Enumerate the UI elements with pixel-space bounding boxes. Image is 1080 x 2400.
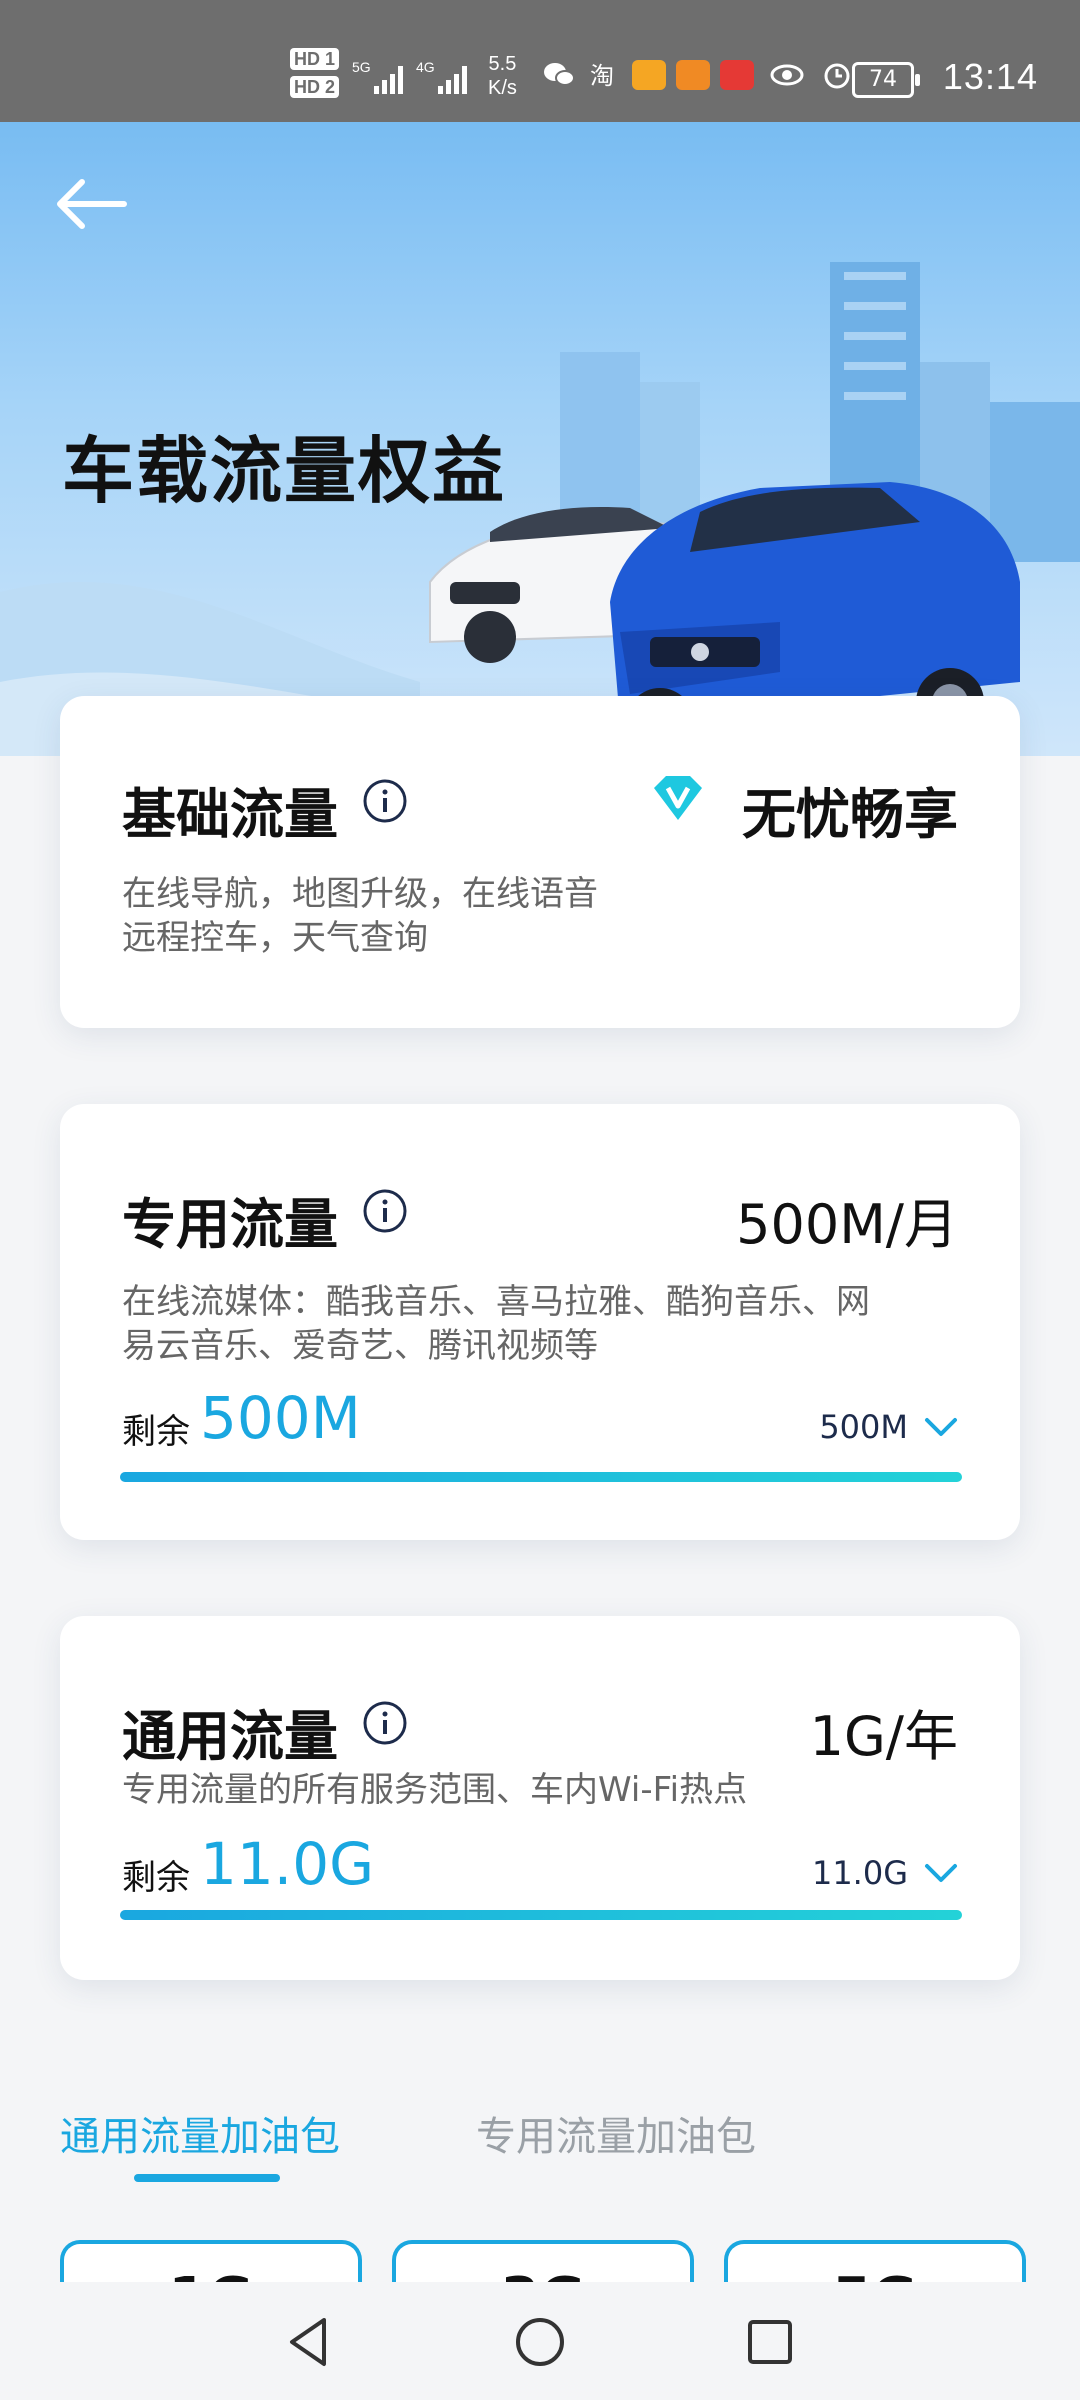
basic-card-desc: 在线导航，地图升级，在线语音 远程控车，天气查询 xyxy=(122,872,942,960)
general-progress-fill xyxy=(120,1910,962,1920)
basic-desc-line2: 远程控车，天气查询 xyxy=(122,918,428,958)
dedicated-progress-bar xyxy=(120,1472,962,1482)
news-app-icon xyxy=(720,60,754,90)
hd-indicator: HD 1 HD 2 xyxy=(290,48,340,104)
network1-label: 5G xyxy=(352,59,371,75)
remain-value: 11.0G xyxy=(200,1830,375,1898)
dedicated-progress-fill xyxy=(120,1472,962,1482)
nav-recents-icon[interactable] xyxy=(738,2310,802,2374)
tab-dedicated-topup[interactable]: 专用流量加油包 xyxy=(476,2104,756,2162)
status-bar: HD 1 HD 2 5G 4G 5.5 K/s 淘 74 13:14 xyxy=(0,0,1080,122)
nav-home-icon[interactable] xyxy=(508,2310,572,2374)
remain-label: 剩余 xyxy=(122,1412,190,1452)
dedicated-desc-line2: 易云音乐、爱奇艺、腾讯视频等 xyxy=(122,1326,598,1366)
back-arrow-icon[interactable] xyxy=(52,174,132,234)
general-dropdown[interactable]: 11.0G xyxy=(812,1854,958,1892)
hd2-label: HD 2 xyxy=(290,76,340,98)
dedicated-desc-line1: 在线流媒体：酷我音乐、喜马拉雅、酷狗音乐、网 xyxy=(122,1282,870,1322)
general-quota: 1G/年 xyxy=(809,1705,958,1768)
clock: 13:14 xyxy=(942,56,1038,97)
basic-desc-line1: 在线导航，地图升级，在线语音 xyxy=(122,874,598,914)
nav-back-icon[interactable] xyxy=(278,2310,342,2374)
svg-text:淘: 淘 xyxy=(590,62,614,90)
general-card-desc: 专用流量的所有服务范围、车内Wi-Fi热点 xyxy=(122,1770,748,1810)
unlimited-badge-text: 无忧畅享 xyxy=(742,783,958,846)
chevron-down-icon xyxy=(925,1418,957,1436)
chevron-down-icon xyxy=(925,1864,957,1882)
network2-label: 4G xyxy=(416,59,435,75)
system-nav-bar xyxy=(0,2282,1080,2400)
alarm-icon xyxy=(824,63,850,89)
signal-5g-icon: 5G xyxy=(352,59,403,94)
mail-icon xyxy=(632,60,666,90)
active-tab-indicator xyxy=(134,2174,280,2182)
network-speed: 5.5 K/s xyxy=(488,52,517,100)
general-progress-bar xyxy=(120,1910,962,1920)
battery-icon: 74 xyxy=(852,62,920,98)
tab-general-topup[interactable]: 通用流量加油包 xyxy=(60,2104,340,2162)
dedicated-card-desc: 在线流媒体：酷我音乐、喜马拉雅、酷狗音乐、网 易云音乐、爱奇艺、腾讯视频等 xyxy=(122,1280,942,1368)
basic-data-card: 基础流量 无忧畅享 在线导航，地图升级，在线语音 远程控车，天气查询 xyxy=(60,696,1020,1028)
dedicated-card-title: 专用流量 xyxy=(122,1193,338,1256)
dedicated-quota: 500M/月 xyxy=(736,1193,958,1256)
video-app-icon xyxy=(676,60,710,90)
remain-value: 500M xyxy=(200,1384,361,1452)
hd1-label: HD 1 xyxy=(290,48,340,70)
general-data-card: 通用流量 1G/年 专用流量的所有服务范围、车内Wi-Fi热点 剩余 11.0G… xyxy=(60,1616,1020,1980)
wechat-icon xyxy=(544,63,575,86)
vip-diamond-icon xyxy=(654,776,702,820)
general-card-title: 通用流量 xyxy=(122,1705,338,1768)
info-icon[interactable] xyxy=(362,778,408,824)
info-icon[interactable] xyxy=(362,1188,408,1234)
hero-banner: 车载流量权益 xyxy=(0,122,1080,756)
dropdown-value: 500M xyxy=(819,1408,908,1446)
remain-label: 剩余 xyxy=(122,1858,190,1898)
speed-unit: K/s xyxy=(488,77,517,99)
taobao-icon: 淘 xyxy=(590,62,614,90)
eye-icon xyxy=(770,64,804,86)
info-icon[interactable] xyxy=(362,1700,408,1746)
basic-card-title: 基础流量 xyxy=(122,783,338,846)
dedicated-dropdown[interactable]: 500M xyxy=(819,1408,958,1446)
speed-value: 5.5 xyxy=(488,53,517,75)
dropdown-value: 11.0G xyxy=(811,1854,908,1892)
dedicated-data-card: 专用流量 500M/月 在线流媒体：酷我音乐、喜马拉雅、酷狗音乐、网 易云音乐、… xyxy=(60,1104,1020,1540)
signal-4g-icon: 4G xyxy=(416,59,467,94)
